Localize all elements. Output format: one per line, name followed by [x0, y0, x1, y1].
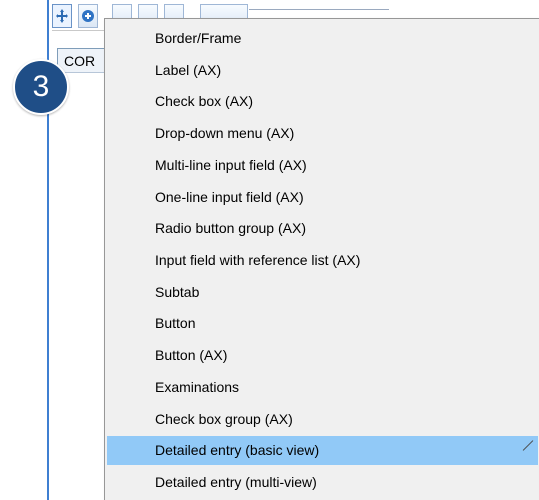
toolbar-divider [249, 9, 389, 10]
menu-item-label-ax[interactable]: Label (AX) [107, 56, 538, 85]
tab-cor[interactable]: COR [57, 48, 109, 72]
menu-item-input-field-reference-list-ax[interactable]: Input field with reference list (AX) [107, 246, 538, 275]
menu-item-multi-line-input-ax[interactable]: Multi-line input field (AX) [107, 151, 538, 180]
menu-item-subtab[interactable]: Subtab [107, 278, 538, 307]
menu-item-check-box-ax[interactable]: Check box (AX) [107, 87, 538, 116]
designer-window: COR 3 Border/Frame Label (AX) Check box … [0, 0, 539, 500]
menu-item-border-frame[interactable]: Border/Frame [107, 24, 538, 53]
move-icon[interactable] [52, 4, 72, 28]
menu-item-examinations[interactable]: Examinations [107, 373, 538, 402]
menu-item-detailed-entry-basic-view[interactable]: Detailed entry (basic view) [107, 436, 538, 465]
menu-item-check-box-group-ax[interactable]: Check box group (AX) [107, 405, 538, 434]
menu-item-button[interactable]: Button [107, 309, 538, 338]
menu-item-detailed-entry-multi-view[interactable]: Detailed entry (multi-view) [107, 468, 538, 497]
context-menu: Border/Frame Label (AX) Check box (AX) D… [104, 18, 539, 500]
add-icon[interactable] [78, 4, 98, 28]
menu-item-drop-down-menu-ax[interactable]: Drop-down menu (AX) [107, 119, 538, 148]
menu-item-button-ax[interactable]: Button (AX) [107, 341, 538, 370]
step-badge: 3 [13, 59, 69, 115]
menu-item-radio-button-group-ax[interactable]: Radio button group (AX) [107, 214, 538, 243]
menu-item-one-line-input-ax[interactable]: One-line input field (AX) [107, 183, 538, 212]
